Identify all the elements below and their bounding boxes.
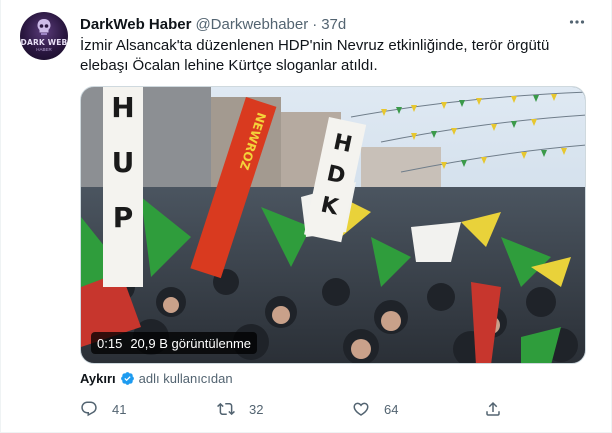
video-player[interactable]: H U P NEWROZ H D K [80, 86, 586, 364]
attribution-suffix: adlı kullanıcıdan [138, 370, 233, 386]
tweet-card[interactable]: DARK WEB HABER DarkWeb Haber @Darkwebhab… [0, 0, 612, 433]
share-button[interactable] [484, 398, 502, 420]
svg-text:U: U [112, 146, 135, 179]
retweet-count: 32 [249, 401, 264, 417]
tweet-actions: 41 32 64 [80, 398, 590, 420]
user-handle[interactable]: @Darkwebhaber [195, 16, 308, 33]
tweet-text-line-1: İzmir Alsancak'ta düzenlenen HDP'nin Nev… [80, 37, 550, 54]
more-options-button[interactable] [567, 12, 587, 32]
like-button[interactable]: 64 [352, 398, 398, 420]
more-horizontal-icon [569, 20, 585, 24]
reply-button[interactable]: 41 [80, 398, 126, 420]
video-frame: H U P NEWROZ H D K [81, 87, 585, 363]
avatar[interactable]: DARK WEB HABER [20, 12, 68, 60]
tweet-header: DarkWeb Haber @Darkwebhaber · 37d [80, 14, 346, 34]
share-icon [486, 401, 500, 416]
video-stats-badge: 0:15 20,9 B görüntülenme [91, 332, 258, 354]
display-name[interactable]: DarkWeb Haber [80, 16, 191, 33]
source-attribution: Aykırı adlı kullanıcıdan [80, 369, 233, 387]
banner-left-text: H [111, 91, 134, 124]
separator-dot: · [312, 15, 318, 33]
source-account-name[interactable]: Aykırı [80, 371, 116, 386]
skull-logo-icon [37, 19, 51, 35]
like-count: 64 [384, 401, 399, 417]
verified-badge-icon [120, 371, 134, 385]
avatar-logo-text: DARK WEB [20, 38, 68, 47]
heart-icon [353, 402, 369, 416]
reply-icon [81, 401, 97, 417]
retweet-button[interactable]: 32 [217, 398, 263, 420]
tweet-text: İzmir Alsancak'ta düzenlenen HDP'nin Nev… [80, 36, 590, 76]
tweet-text-line-2: elebaşı Öcalan lehine Kürtçe sloganlar a… [80, 57, 378, 74]
hdp-banner: H U P [103, 87, 143, 287]
avatar-logo-subtext: HABER [36, 47, 52, 52]
reply-count: 41 [112, 401, 127, 417]
timestamp[interactable]: 37d [321, 16, 346, 33]
svg-text:P: P [113, 201, 134, 234]
video-duration: 0:15 [97, 335, 123, 351]
retweet-icon [217, 402, 235, 416]
video-view-count: 20,9 B görüntülenme [130, 335, 252, 351]
